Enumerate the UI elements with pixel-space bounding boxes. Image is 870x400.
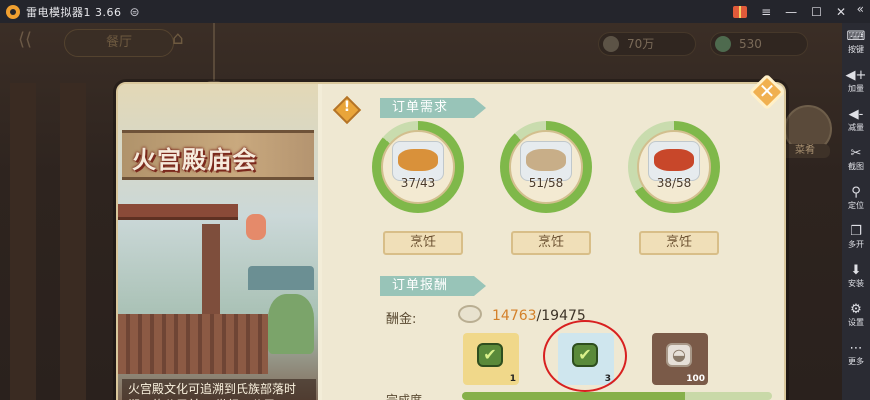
sidebar-keyboard[interactable]: ⌨ 按键 — [842, 29, 870, 55]
completion-fill — [462, 392, 686, 400]
red-lantern — [246, 214, 266, 240]
side-label[interactable]: 菜肴 — [780, 144, 830, 158]
gift-icon[interactable] — [733, 5, 748, 18]
jade-resource[interactable]: 530 — [710, 32, 808, 56]
braised-meat-icon — [654, 149, 694, 171]
coin-icon — [603, 36, 619, 52]
highlight-circle — [543, 320, 627, 392]
rice-bowl-icon: ◒ — [666, 343, 692, 367]
scissors-icon: ✂ — [850, 146, 862, 161]
reward-current: 14763 — [492, 308, 537, 324]
sidebar-label: 按键 — [848, 45, 864, 54]
order-reward-header: 订单报酬 — [380, 276, 486, 296]
silver-coin-icon — [458, 305, 482, 323]
location-icon: ⚲ — [851, 185, 861, 200]
sidebar-label: 加量 — [848, 84, 864, 93]
coin-resource[interactable]: 70万 — [598, 32, 696, 56]
jade-icon — [715, 36, 731, 52]
sidebar-volume-down[interactable]: ◀- 减量 — [842, 107, 870, 133]
more-icon: ⋯ — [849, 341, 863, 356]
info-badge[interactable]: ! — [332, 95, 362, 125]
game-viewport: ⟨⟨ 餐厅 ⌂ 70万 530 菜肴 火宫殿庙会 火宫殿文化可追溯到氏族部落时 … — [0, 23, 842, 400]
close-window-icon[interactable]: ✕ — [836, 5, 846, 19]
sidebar-volume-up[interactable]: ◀+ 加量 — [842, 68, 870, 94]
stew-pot-icon — [526, 149, 566, 171]
screen: 雷电模拟器1 3.66 ⊜ ≡ — ☐ ✕ « ⟨⟨ 餐厅 ⌂ 70万 530 … — [0, 0, 870, 400]
sidebar-label: 安装 — [848, 279, 864, 288]
volume-down-icon: ◀- — [848, 107, 864, 122]
sidebar-label: 设置 — [848, 318, 864, 327]
reward-item-voucher[interactable]: ✔ 1 — [463, 333, 519, 385]
item-qty: 1 — [509, 374, 516, 384]
volume-up-icon: ◀+ — [845, 68, 867, 83]
reward-label: 酬金: — [386, 312, 417, 327]
fried-cakes-icon — [398, 149, 438, 171]
dish-count: 37/43 — [400, 176, 436, 190]
room-tab[interactable]: 餐厅 — [64, 29, 174, 57]
roof-eave — [118, 204, 238, 220]
app-logo-icon — [6, 4, 20, 19]
gamepad-icon[interactable]: ⊜ — [130, 5, 140, 19]
balcony-railing — [118, 314, 268, 374]
sidebar-label: 多开 — [848, 240, 864, 249]
completion-bar — [462, 392, 772, 400]
close-button[interactable]: ✕ — [748, 73, 786, 111]
dish-card[interactable]: 38/58 — [628, 121, 720, 213]
minimize-icon[interactable]: — — [785, 5, 797, 19]
emulator-titlebar: 雷电模拟器1 3.66 ⊜ ≡ — ☐ ✕ « — [0, 0, 870, 23]
sidebar-location[interactable]: ⚲ 定位 — [842, 185, 870, 211]
tree — [268, 294, 314, 354]
sidebar-settings[interactable]: ⚙ 设置 — [842, 302, 870, 328]
cook-button[interactable]: 烹饪 — [511, 231, 591, 255]
cook-button[interactable]: 烹饪 — [383, 231, 463, 255]
sidebar-scissors[interactable]: ✂ 截图 — [842, 146, 870, 172]
collapse-sidebar-icon[interactable]: « — [857, 2, 864, 16]
dish-count: 38/58 — [656, 176, 692, 190]
sidebar-label: 更多 — [848, 357, 864, 366]
menu-icon[interactable]: ≡ — [761, 5, 771, 19]
sidebar-label: 定位 — [848, 201, 864, 210]
settings-icon: ⚙ — [850, 302, 862, 317]
coin-value: 70万 — [627, 37, 655, 51]
sidebar-label: 减量 — [848, 123, 864, 132]
hanging-rope — [213, 23, 215, 89]
sidebar-multi-window[interactable]: ❐ 多开 — [842, 224, 870, 250]
back-arrow-icon[interactable]: ⟨⟨ — [18, 29, 58, 55]
exclamation-icon: ! — [343, 99, 351, 115]
house-icon[interactable]: ⌂ — [172, 28, 183, 49]
event-banner: 火宫殿庙会 — [122, 130, 314, 180]
check-stamp-icon: ✔ — [477, 343, 503, 367]
keyboard-icon: ⌨ — [846, 29, 866, 44]
window-title: 雷电模拟器1 3.66 — [26, 5, 122, 19]
sidebar-label: 截图 — [848, 162, 864, 171]
dish-card[interactable]: 51/58 — [500, 121, 592, 213]
order-needs-header: 订单需求 — [380, 98, 486, 118]
emulator-sidebar: ⌨ 按键 ◀+ 加量 ◀- 减量 ✂ 截图 ⚲ 定位 ❐ 多开 ⬇ 安装 ⚙ 设置 ⋯ 更多 — [842, 23, 870, 400]
multi-window-icon: ❐ — [850, 224, 862, 239]
reward-item-rice[interactable]: ◒ 100 — [652, 333, 708, 385]
cook-button[interactable]: 烹饪 — [639, 231, 719, 255]
dish-card[interactable]: 37/43 — [372, 121, 464, 213]
bg-pillar — [60, 83, 86, 400]
jade-value: 530 — [739, 37, 762, 51]
distant-pavilion — [248, 266, 314, 290]
window-controls: ≡ — ☐ ✕ — [733, 0, 846, 23]
completion-label: 完成度 — [386, 393, 423, 400]
event-illustration: 火宫殿庙会 火宫殿文化可追溯到氏族部落时期。约公元前26世纪—公元 — [118, 84, 318, 400]
event-story: 火宫殿文化可追溯到氏族部落时期。约公元前26世纪—公元 — [122, 379, 316, 400]
close-icon: ✕ — [758, 79, 776, 103]
install-icon: ⬇ — [850, 263, 862, 278]
sidebar-install[interactable]: ⬇ 安装 — [842, 263, 870, 289]
dish-count: 51/58 — [528, 176, 564, 190]
bg-pillar — [10, 83, 36, 400]
maximize-icon[interactable]: ☐ — [811, 5, 822, 19]
item-qty: 100 — [686, 374, 705, 384]
sidebar-more[interactable]: ⋯ 更多 — [842, 341, 870, 367]
event-title: 火宫殿庙会 — [132, 145, 257, 174]
